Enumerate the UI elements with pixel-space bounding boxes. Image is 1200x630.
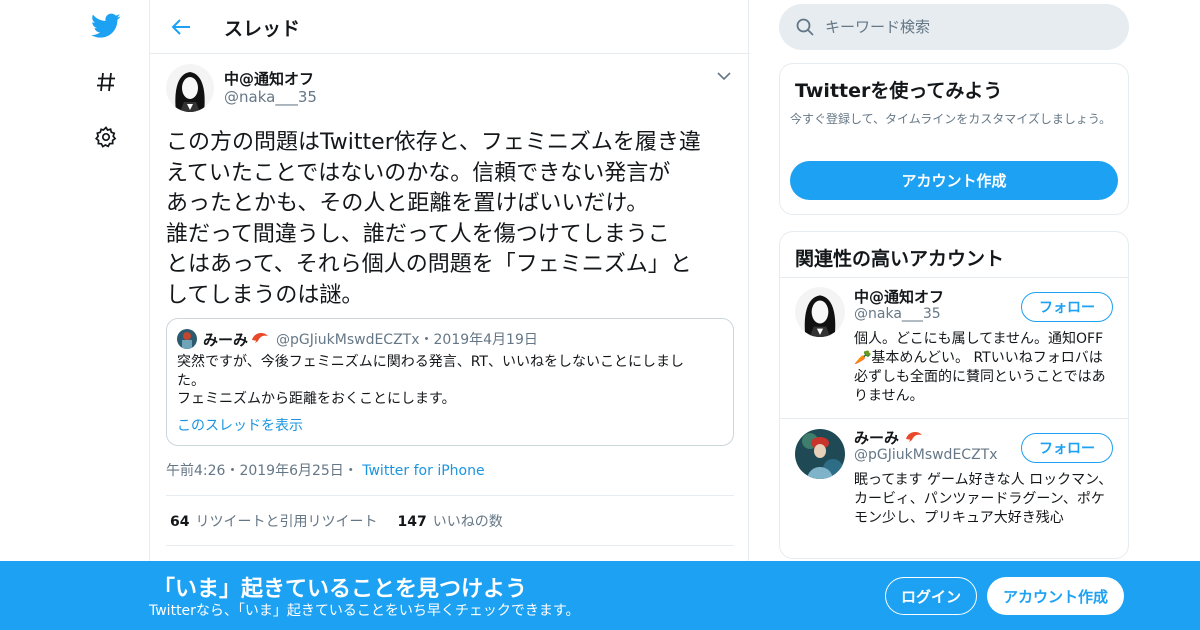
account-bio: 眠ってます ゲーム好きな人 ロックマン、カービィ、パンツァードラグーン、ポケモン… (854, 472, 1113, 526)
banner-create-account-button[interactable]: アカウント作成 (987, 577, 1124, 615)
tweet-timestamp: 午前4:26・2019年6月25日・ Twitter for iPhone (166, 460, 485, 480)
follow-button[interactable]: フォロー (1021, 433, 1113, 463)
related-account-item[interactable]: 中@通知オフ @naka___35 フォロー 個人。どこにも属してません。通知O… (780, 278, 1128, 418)
twitter-bird-icon[interactable] (90, 10, 122, 42)
retweets-stat[interactable]: 64 リツイートと引用リツイート (170, 511, 377, 531)
account-avatar[interactable] (795, 429, 845, 479)
show-thread-link[interactable]: このスレッドを表示 (177, 415, 303, 435)
account-name-row[interactable]: みーみ (854, 427, 924, 448)
quoted-handle-date: @pGJiukMswdECZTx・2019年4月19日 (276, 332, 538, 348)
quoted-author-avatar (177, 329, 197, 349)
tweet-text: この方の問題はTwitter依存と、フェミニズムを履き違 えていたことではないの… (166, 130, 701, 308)
quoted-tweet[interactable]: みーみ @pGJiukMswdECZTx・2019年4月19日 突然ですが、今後… (166, 318, 734, 446)
tweet-stats: 64 リツイートと引用リツイート 147 いいねの数 (166, 495, 734, 546)
banner-title: 「いま」起きていることを見つけよう (153, 577, 528, 602)
quoted-tweet-header: みーみ @pGJiukMswdECZTx・2019年4月19日 (177, 329, 725, 349)
hashtag-icon[interactable] (90, 66, 122, 98)
quoted-tweet-text: 突然ですが、今後フェミニズムに関わる発言、RT、いいねをしないことにしまし た。… (177, 354, 684, 407)
likes-count: 147 (397, 513, 427, 530)
signup-card: Twitterを使ってみよう 今すぐ登録して、タイムラインをカスタマイズしましょ… (779, 63, 1129, 215)
related-account-item[interactable]: みーみ @pGJiukMswdECZTx フォロー 眠ってます ゲーム好きな人 … (780, 419, 1128, 559)
likes-label: いいねの数 (432, 513, 503, 530)
banner-subtitle: Twitterなら、「いま」起きていることをいち早くチェックできます。 (149, 603, 580, 619)
signup-card-title: Twitterを使ってみよう (795, 80, 1003, 102)
account-handle[interactable]: @pGJiukMswdECZTx (854, 447, 998, 463)
author-avatar[interactable] (166, 64, 214, 112)
create-account-button[interactable]: アカウント作成 (790, 161, 1118, 200)
chevron-down-icon[interactable] (716, 68, 736, 86)
tweet-time[interactable]: 午前4:26・2019年6月25日・ (166, 463, 358, 479)
search-icon (795, 17, 815, 37)
left-navigation (80, 0, 140, 630)
account-name[interactable]: 中@通知オフ (854, 286, 944, 307)
retweets-count: 64 (170, 513, 190, 530)
gear-icon[interactable] (90, 121, 122, 153)
account-avatar[interactable] (795, 287, 845, 337)
login-button[interactable]: ログイン (885, 577, 977, 615)
likes-stat[interactable]: 147 いいねの数 (397, 511, 502, 531)
thread-header: スレッド (150, 0, 750, 54)
account-name: みーみ (854, 429, 900, 447)
related-accounts-title: 関連性の高いアカウント (795, 248, 1005, 270)
account-bio: 個人。どこにも属してません。通知OFF🥕基本めんどい。 RTいいねフォロバは必ず… (854, 331, 1106, 404)
author-name[interactable]: 中@通知オフ (224, 68, 314, 89)
main-column: スレッド 中@通知オフ @naka___35 この方の問題はTwitter依存と… (149, 0, 750, 630)
retweets-label: リツイートと引用リツイート (195, 513, 378, 530)
account-handle[interactable]: @naka___35 (854, 306, 941, 322)
shrimp-emoji-icon (250, 330, 270, 348)
follow-button[interactable]: フォロー (1021, 292, 1113, 322)
related-accounts-card: 関連性の高いアカウント 中@通知オフ @naka___35 フォロー 個人。どこ… (779, 231, 1129, 559)
signup-card-description: 今すぐ登録して、タイムラインをカスタマイズしましょう。 (790, 112, 1112, 126)
shrimp-emoji-icon (904, 429, 924, 447)
quoted-author-name: みーみ (203, 330, 249, 349)
search-box (779, 4, 1129, 50)
tweet-source[interactable]: Twitter for iPhone (362, 463, 484, 479)
page-title: スレッド (224, 18, 301, 40)
back-arrow-icon[interactable] (166, 12, 196, 42)
author-handle[interactable]: @naka___35 (224, 88, 317, 106)
signup-banner: 「いま」起きていることを見つけよう Twitterなら、「いま」起きていることを… (0, 561, 1200, 630)
search-input[interactable] (825, 12, 1115, 42)
